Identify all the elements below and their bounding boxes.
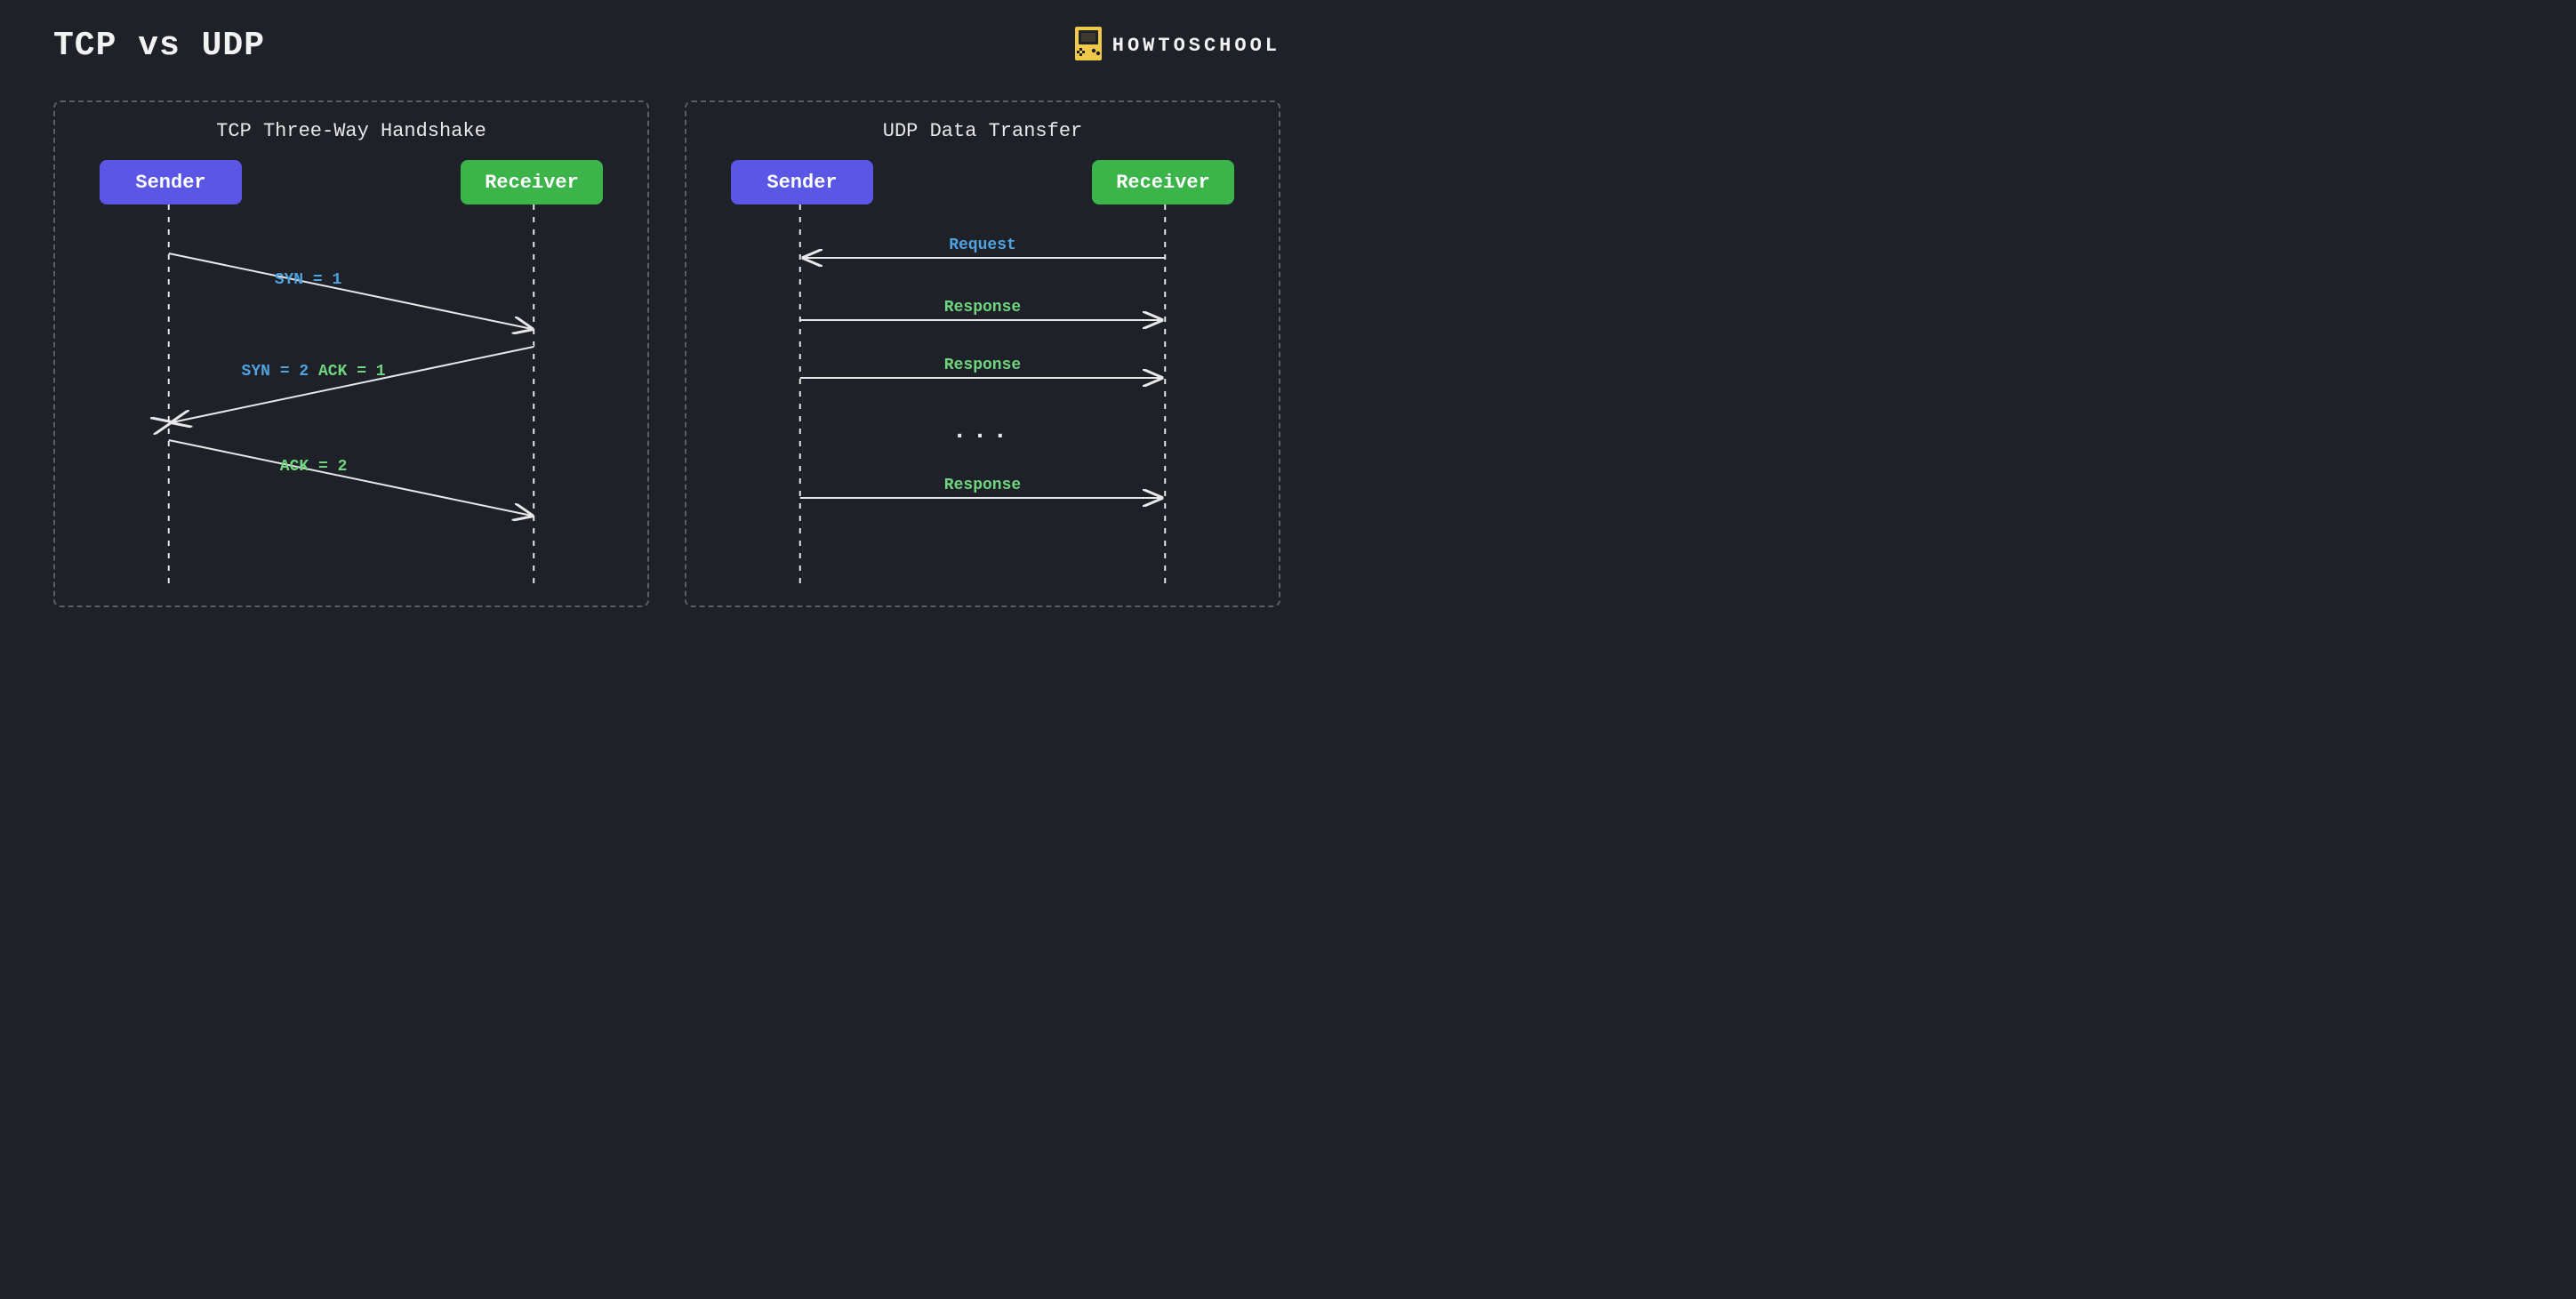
udp-panel: UDP Data Transfer Sender Receiver	[685, 100, 1280, 607]
brand: HOWTOSCHOOL	[1075, 27, 1280, 65]
tcp-panel: TCP Three-Way Handshake Sender Receiver	[53, 100, 649, 607]
gameboy-icon	[1075, 27, 1102, 65]
brand-text: HOWTOSCHOOL	[1112, 35, 1280, 57]
udp-ellipsis: ...	[952, 418, 1013, 445]
udp-receiver-box: Receiver	[1092, 160, 1234, 204]
tcp-diagram: SYN = 1 SYN = 2 ACK = 1 ACK = 2	[82, 204, 621, 587]
tcp-panel-title: TCP Three-Way Handshake	[82, 120, 621, 142]
udp-panel-title: UDP Data Transfer	[713, 120, 1252, 142]
tcp-sender-box: Sender	[100, 160, 242, 204]
udp-sender-box: Sender	[731, 160, 873, 204]
tcp-receiver-box: Receiver	[461, 160, 603, 204]
page-title: TCP vs UDP	[53, 27, 265, 65]
udp-diagram: Request Response Response ... Response	[713, 204, 1252, 587]
